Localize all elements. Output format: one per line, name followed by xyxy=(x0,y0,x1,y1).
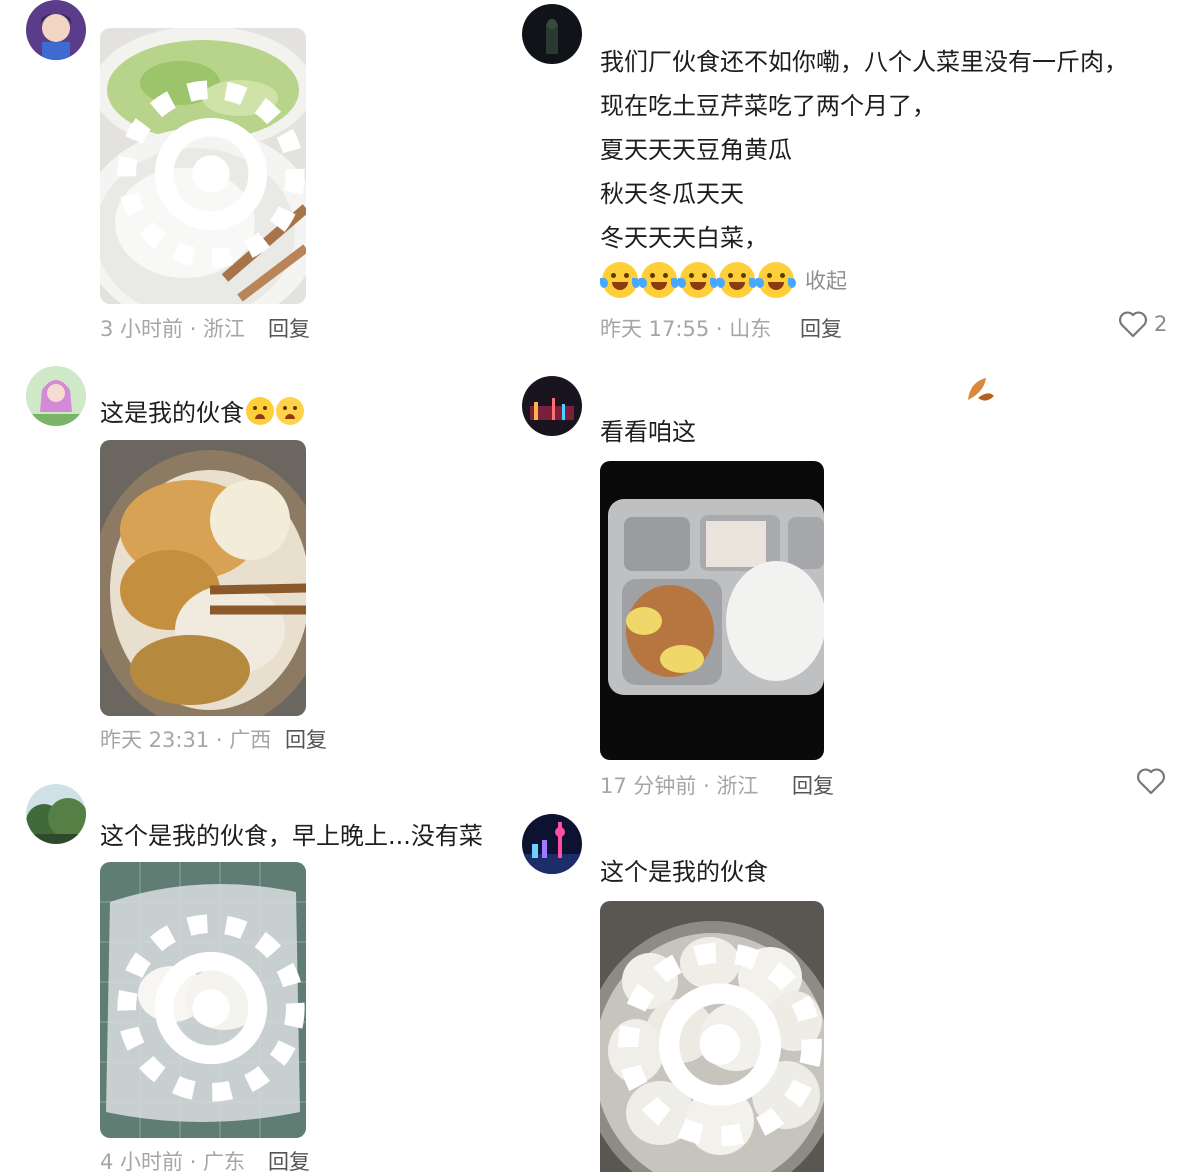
comment-text-line: 夏天天天豆角黄瓜 xyxy=(600,136,792,164)
crying-emoji xyxy=(276,397,304,425)
comment-meta: 3 小时前 · 浙江 xyxy=(100,317,246,341)
laughing-crying-emoji xyxy=(678,262,718,298)
sad-emoji xyxy=(246,397,274,425)
comment-text-line: 冬天天天白菜， xyxy=(600,224,768,252)
reply-button[interactable]: 回复 xyxy=(268,313,310,343)
comment-text-line: 我们厂伙食还不如你嘞，八个人菜里没有一斤肉， xyxy=(600,48,1128,76)
like-button[interactable]: 2 xyxy=(1118,310,1167,338)
reply-button[interactable]: 回复 xyxy=(285,724,327,754)
avatar[interactable] xyxy=(522,4,582,64)
comment-text: 看看咱这 xyxy=(600,418,696,446)
collapse-button[interactable]: 收起 xyxy=(805,269,847,293)
comment-photo[interactable] xyxy=(600,901,824,1172)
live-photo-icon xyxy=(618,942,822,1147)
live-photo-icon xyxy=(117,80,305,268)
laughing-crying-emoji xyxy=(600,262,640,298)
heart-outline-icon xyxy=(1137,768,1165,795)
like-count: 2 xyxy=(1154,312,1168,336)
comment-text: 这是我的伙食 xyxy=(100,391,304,435)
comment-text-line: 秋天冬瓜天天 xyxy=(600,180,744,208)
avatar[interactable] xyxy=(26,366,86,426)
like-button[interactable] xyxy=(1136,767,1166,795)
comment-meta: 17 分钟前 · 浙江 xyxy=(600,774,759,798)
comment-meta: 昨天 23:31 · 广西 xyxy=(100,728,272,752)
live-photo-icon xyxy=(117,914,305,1102)
comment-photo[interactable] xyxy=(100,440,306,716)
reply-button[interactable]: 回复 xyxy=(800,313,842,343)
heart-outline-icon xyxy=(1119,311,1147,338)
emoji-row: 收起 xyxy=(600,262,847,298)
reply-button[interactable]: 回复 xyxy=(792,770,834,800)
laughing-crying-emoji xyxy=(639,262,679,298)
laughing-crying-emoji xyxy=(756,262,796,298)
comment-photo[interactable] xyxy=(600,461,824,760)
avatar[interactable] xyxy=(522,376,582,436)
comment-text-line: 现在吃土豆芹菜吃了两个月了， xyxy=(600,92,936,120)
comment-meta: 昨天 17:55 · 山东 xyxy=(600,317,772,341)
leaf-icon xyxy=(968,378,994,401)
comment-text: 这个是我的伙食 xyxy=(600,858,768,886)
comment-photo[interactable] xyxy=(100,28,306,304)
avatar[interactable] xyxy=(26,0,86,60)
avatar[interactable] xyxy=(522,814,582,874)
comment-text: 这个是我的伙食，早上晚上...没有菜 xyxy=(100,822,483,850)
avatar[interactable] xyxy=(26,784,86,844)
laughing-crying-emoji xyxy=(717,262,757,298)
comment-photo[interactable] xyxy=(100,862,306,1138)
